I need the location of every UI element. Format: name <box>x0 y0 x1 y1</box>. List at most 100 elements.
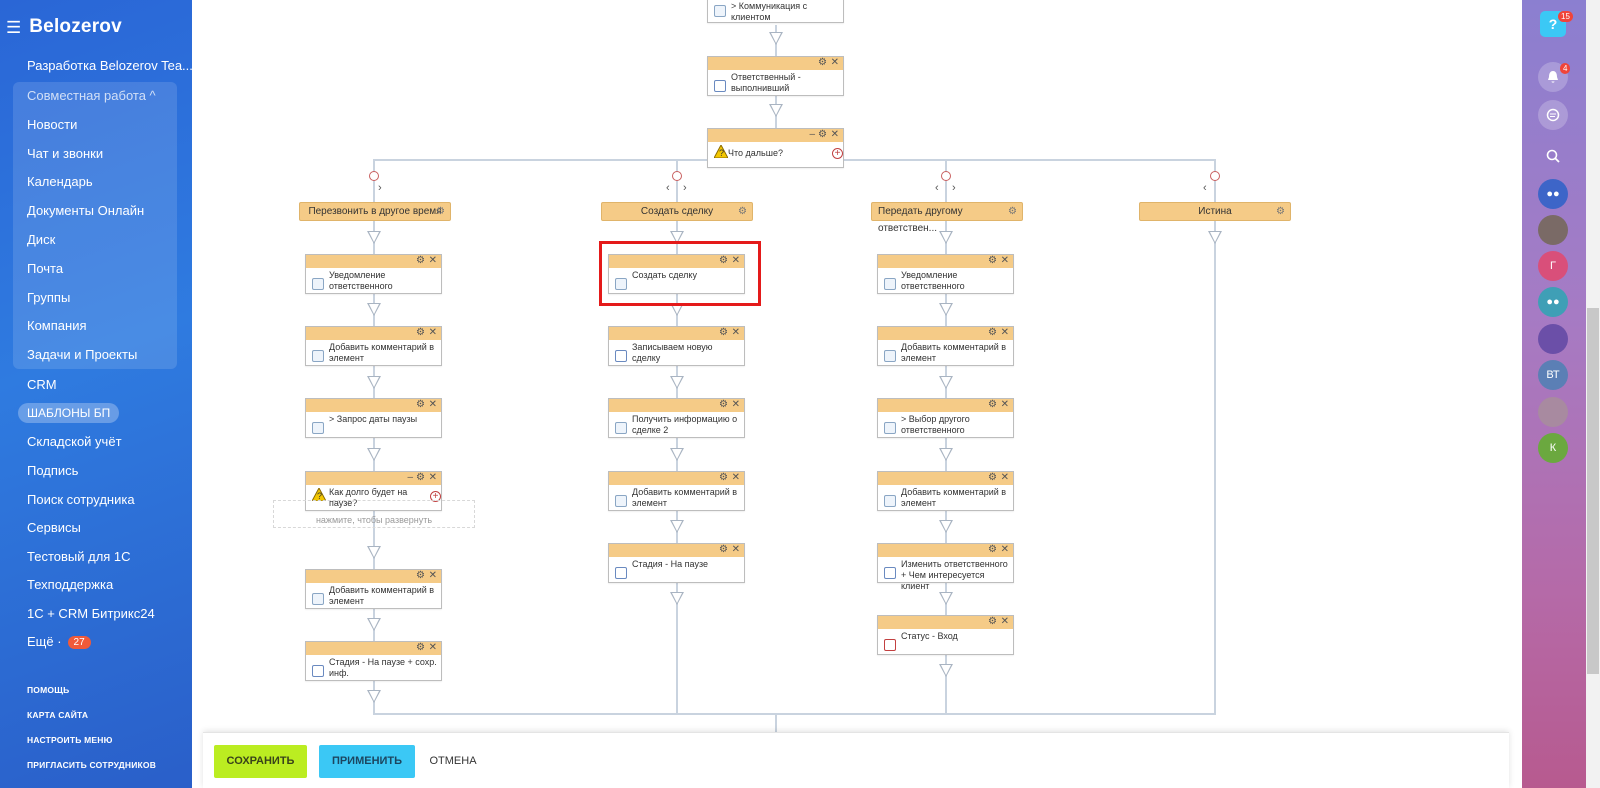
notification-badge: 4 <box>1560 63 1571 74</box>
action-card[interactable]: ⚙ ✕ Стадия - На паузе <box>608 543 745 583</box>
close-icon[interactable]: ✕ <box>732 398 740 411</box>
action-card[interactable]: ⚙ ✕ Добавить комментарий в элемент <box>305 569 442 609</box>
action-title: Что дальше? <box>728 148 783 158</box>
action-card[interactable]: ⚙ ✕ Добавить комментарий в элемент <box>608 471 745 511</box>
close-icon[interactable]: ✕ <box>732 471 740 484</box>
action-card[interactable]: ⚙ ✕ Стадия - На паузе + сохр. инф. <box>305 641 442 681</box>
settings-icon[interactable]: ⚙ <box>988 254 997 267</box>
gear-icon[interactable]: ⚙ <box>1008 203 1017 220</box>
action-card[interactable]: ⚙ ✕ Добавить комментарий в элемент <box>877 471 1014 511</box>
action-title: Записываем новую сделку <box>632 342 713 363</box>
close-icon[interactable]: ✕ <box>831 128 839 141</box>
group-chat-avatar[interactable]: ●● <box>1538 179 1568 209</box>
vertical-scrollbar[interactable] <box>1586 0 1600 788</box>
cancel-button[interactable]: ОТМЕНА <box>428 745 478 778</box>
close-icon[interactable]: ✕ <box>1001 254 1009 267</box>
action-icon <box>615 422 627 434</box>
settings-icon[interactable]: ⚙ <box>818 128 827 141</box>
settings-icon[interactable]: ⚙ <box>416 569 425 582</box>
settings-icon[interactable]: ⚙ <box>719 543 728 556</box>
gear-icon[interactable]: ⚙ <box>738 203 747 220</box>
branch-transfer[interactable]: Передать другому ответствен... ⚙ <box>871 202 1023 234</box>
action-card[interactable]: ⚙ ✕ Добавить комментарий в элемент <box>305 326 442 366</box>
settings-icon[interactable]: ⚙ <box>988 398 997 411</box>
settings-icon[interactable]: ⚙ <box>719 326 728 339</box>
user-avatar-photo[interactable] <box>1538 324 1568 354</box>
warning-icon: ? <box>713 143 729 159</box>
action-card[interactable]: ⚙ ✕ Добавить комментарий в элемент <box>877 326 1014 366</box>
action-card[interactable]: ⚙ ✕ > Запрос даты паузы <box>305 398 442 438</box>
action-icon <box>615 495 627 507</box>
settings-icon[interactable]: ⚙ <box>988 326 997 339</box>
action-card[interactable]: ⚙ ✕ Получить информацию о сделке 2 <box>608 398 745 438</box>
expand-hint[interactable]: нажмите, чтобы развернуть <box>273 500 475 528</box>
edit-icon <box>615 350 627 362</box>
action-card[interactable]: ⚙ ✕ Уведомление ответственного <box>877 254 1014 294</box>
user-avatar-photo[interactable] <box>1538 215 1568 245</box>
close-icon[interactable]: ✕ <box>1001 471 1009 484</box>
edit-icon <box>312 665 324 677</box>
action-title: Статус - Вход <box>901 631 958 641</box>
scrollbar-thumb[interactable] <box>1587 308 1599 674</box>
gear-icon[interactable]: ⚙ <box>436 203 445 220</box>
close-icon[interactable]: ✕ <box>429 641 437 654</box>
close-icon[interactable]: ✕ <box>1001 326 1009 339</box>
branch-callback[interactable]: Перезвонить в другое время ⚙ <box>299 202 451 221</box>
close-icon[interactable]: ✕ <box>831 56 839 69</box>
settings-icon[interactable]: ⚙ <box>988 543 997 556</box>
close-icon[interactable]: ✕ <box>1001 398 1009 411</box>
close-icon[interactable]: ✕ <box>732 326 740 339</box>
checkbox-icon <box>884 639 896 651</box>
branch-create-deal[interactable]: Создать сделку ⚙ <box>601 202 753 221</box>
notify-icon <box>884 278 896 290</box>
settings-icon[interactable]: ⚙ <box>818 56 827 69</box>
action-communication[interactable]: > Коммуникация с клиентом <box>707 0 844 23</box>
chat-icon[interactable] <box>1538 100 1568 130</box>
settings-icon[interactable]: ⚙ <box>719 398 728 411</box>
save-button[interactable]: СОХРАНИТЬ <box>214 745 307 778</box>
action-responsible[interactable]: ⚙ ✕ Ответственный - выполнивший <box>707 56 844 96</box>
action-title: Стадия - На паузе + сохр. инф. <box>329 657 437 678</box>
settings-icon[interactable]: ⚙ <box>988 471 997 484</box>
action-card[interactable]: ⚙ ✕ Статус - Вход <box>877 615 1014 655</box>
action-card[interactable]: ⚙ ✕ > Выбор другого ответственного <box>877 398 1014 438</box>
gear-icon[interactable]: ⚙ <box>1276 203 1285 220</box>
settings-icon[interactable]: ⚙ <box>988 615 997 628</box>
user-avatar-vt[interactable]: ВТ <box>1538 360 1568 390</box>
add-branch-icon[interactable]: + <box>832 148 843 159</box>
svg-text:?: ? <box>719 148 724 158</box>
close-icon[interactable]: ✕ <box>429 254 437 267</box>
user-avatar-k[interactable]: К <box>1538 433 1568 463</box>
action-card[interactable]: ⚙ ✕ Изменить ответственного + Чем интересу… <box>877 543 1014 591</box>
condition-what-next[interactable]: – ⚙ ✕ ? Что дальше? + <box>707 128 844 168</box>
close-icon[interactable]: ✕ <box>1001 543 1009 556</box>
settings-icon[interactable]: ⚙ <box>416 471 425 484</box>
settings-icon[interactable]: ⚙ <box>416 254 425 267</box>
close-icon[interactable]: ✕ <box>732 543 740 556</box>
search-icon[interactable] <box>1544 147 1562 165</box>
action-title: Изменить ответственного + Чем интересует… <box>901 559 1008 591</box>
settings-icon[interactable]: ⚙ <box>416 326 425 339</box>
close-icon[interactable]: ✕ <box>1001 615 1009 628</box>
branch-true[interactable]: Истина ⚙ <box>1139 202 1291 221</box>
action-card[interactable]: ⚙ ✕ Уведомление ответственного <box>305 254 442 294</box>
close-icon[interactable]: ✕ <box>429 471 437 484</box>
collapse-icon[interactable]: – <box>407 471 413 484</box>
action-card[interactable]: ⚙ ✕ Записываем новую сделку <box>608 326 745 366</box>
action-title: Добавить комментарий в элемент <box>329 585 435 606</box>
user-avatar-g[interactable]: Г <box>1538 251 1568 281</box>
user-avatar-photo[interactable] <box>1538 397 1568 427</box>
group-avatar[interactable]: ●● <box>1538 287 1568 317</box>
close-icon[interactable]: ✕ <box>429 569 437 582</box>
action-title: > Коммуникация с клиентом <box>731 1 808 22</box>
settings-icon[interactable]: ⚙ <box>416 398 425 411</box>
edit-icon <box>615 567 627 579</box>
settings-icon[interactable]: ⚙ <box>719 471 728 484</box>
action-title: > Выбор другого ответственного <box>901 414 970 435</box>
close-icon[interactable]: ✕ <box>429 398 437 411</box>
apply-button[interactable]: ПРИМЕНИТЬ <box>319 745 415 778</box>
settings-icon[interactable]: ⚙ <box>416 641 425 654</box>
action-title: Добавить комментарий в элемент <box>901 342 1007 363</box>
close-icon[interactable]: ✕ <box>429 326 437 339</box>
collapse-icon[interactable]: – <box>809 128 815 141</box>
